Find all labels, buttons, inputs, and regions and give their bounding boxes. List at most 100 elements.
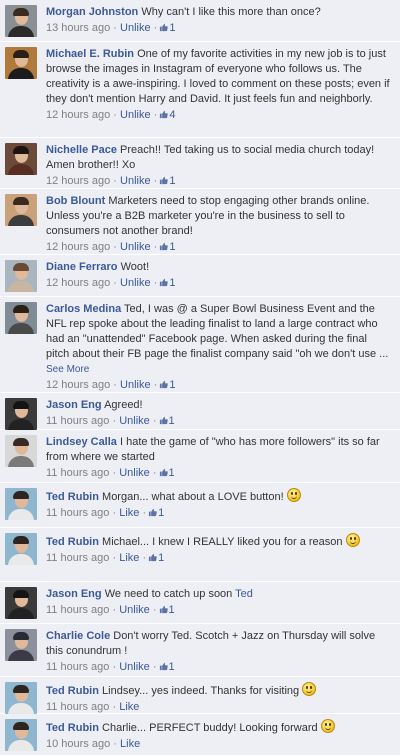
- unlike-button[interactable]: Unlike: [120, 241, 151, 253]
- unlike-button[interactable]: Unlike: [119, 604, 150, 616]
- comment-text: Lindsey... yes indeed. Thanks for visiti…: [102, 685, 300, 697]
- avatar[interactable]: [5, 435, 37, 467]
- separator-dot: ·: [152, 604, 157, 616]
- comment-text: Morgan... what about a LOVE button!: [102, 491, 284, 503]
- comment-author-link[interactable]: Diane Ferraro: [46, 261, 118, 273]
- avatar[interactable]: [5, 5, 37, 37]
- comment-author-link[interactable]: Carlos Medina: [46, 303, 121, 315]
- separator-dot: ·: [112, 552, 117, 564]
- like-count[interactable]: 1: [157, 175, 175, 187]
- like-count[interactable]: 4: [157, 109, 175, 121]
- comment-author-link[interactable]: Ted Rubin: [46, 536, 99, 548]
- separator-dot: ·: [152, 661, 157, 673]
- like-count[interactable]: 1: [157, 604, 175, 616]
- like-count[interactable]: 1: [157, 22, 175, 34]
- thumbs-up-icon: [159, 414, 168, 425]
- comment-author-link[interactable]: Jason Eng: [46, 399, 102, 411]
- comment-author-link[interactable]: Ted Rubin: [46, 491, 99, 503]
- mention-link[interactable]: Ted: [235, 588, 253, 600]
- comment-author-link[interactable]: Nichelle Pace: [46, 144, 117, 156]
- comment-timestamp[interactable]: 12 hours ago: [46, 241, 110, 253]
- comment-feed: Morgan Johnston Why can't I like this mo…: [0, 0, 400, 756]
- thumbs-up-icon: [159, 174, 169, 185]
- comment-text: Michael... I knew I REALLY liked you for…: [102, 536, 343, 548]
- avatar[interactable]: [5, 719, 37, 751]
- unlike-button[interactable]: Unlike: [120, 109, 151, 121]
- avatar[interactable]: [5, 533, 37, 565]
- like-count[interactable]: 1: [157, 661, 175, 673]
- avatar[interactable]: [5, 629, 37, 661]
- like-count[interactable]: 1: [157, 467, 175, 479]
- thumbs-up-icon: [159, 603, 168, 614]
- unlike-button[interactable]: Unlike: [120, 175, 151, 187]
- comment-timestamp[interactable]: 12 hours ago: [46, 175, 110, 187]
- comment-timestamp[interactable]: 11 hours ago: [46, 604, 109, 616]
- comment-timestamp[interactable]: 11 hours ago: [46, 661, 109, 673]
- avatar[interactable]: [5, 143, 37, 175]
- comment-timestamp[interactable]: 12 hours ago: [46, 109, 110, 121]
- unlike-button[interactable]: Unlike: [119, 661, 150, 673]
- see-more-link[interactable]: See More: [46, 364, 89, 375]
- like-button[interactable]: Like: [119, 552, 139, 564]
- comment-item: Ted Rubin Morgan... what about a LOVE bu…: [0, 483, 400, 528]
- like-button[interactable]: Like: [119, 701, 139, 713]
- like-count[interactable]: 1: [146, 507, 164, 519]
- like-count-value: 1: [158, 552, 165, 564]
- thumbs-up-icon: [159, 108, 169, 119]
- unlike-button[interactable]: Unlike: [120, 379, 151, 391]
- comment-author-link[interactable]: Ted Rubin: [46, 722, 99, 734]
- like-button[interactable]: Like: [120, 738, 140, 750]
- comment-author-link[interactable]: Charlie Cole: [46, 630, 110, 642]
- comment-timestamp[interactable]: 11 hours ago: [46, 507, 109, 519]
- avatar[interactable]: [5, 47, 37, 79]
- avatar[interactable]: [5, 488, 37, 520]
- separator-dot: ·: [113, 379, 117, 391]
- avatar[interactable]: [5, 587, 37, 619]
- separator-dot: ·: [112, 661, 117, 673]
- avatar[interactable]: [5, 398, 37, 430]
- comment-author-link[interactable]: Lindsey Calla: [46, 436, 117, 448]
- comment-timestamp[interactable]: 10 hours ago: [46, 738, 110, 750]
- like-count[interactable]: 1: [146, 552, 164, 564]
- comment-timestamp[interactable]: 11 hours ago: [46, 552, 109, 564]
- unlike-button[interactable]: Unlike: [119, 467, 150, 479]
- comment-author-link[interactable]: Morgan Johnston: [46, 6, 138, 18]
- like-button[interactable]: Like: [119, 507, 139, 519]
- comment-timestamp[interactable]: 12 hours ago: [46, 379, 110, 391]
- separator-dot: ·: [113, 109, 117, 121]
- thumbs-up-icon: [159, 240, 169, 251]
- comment-author-link[interactable]: Bob Blount: [46, 195, 105, 207]
- comment-item: Lindsey Calla I hate the game of "who ha…: [0, 430, 400, 483]
- like-count-value: 1: [169, 379, 176, 391]
- like-count[interactable]: 1: [157, 379, 175, 391]
- avatar[interactable]: [5, 302, 37, 334]
- like-count[interactable]: 1: [157, 241, 175, 253]
- smiley-emoticon-icon: [302, 682, 317, 696]
- comment-author-link[interactable]: Jason Eng: [46, 588, 102, 600]
- like-count-value: 1: [169, 277, 176, 289]
- avatar[interactable]: [5, 194, 37, 226]
- like-count-value: 1: [168, 467, 175, 479]
- comment-author-link[interactable]: Ted Rubin: [46, 685, 99, 697]
- like-count[interactable]: 1: [157, 277, 175, 289]
- like-count[interactable]: 1: [157, 415, 175, 427]
- avatar[interactable]: [5, 682, 37, 714]
- thumbs-up-icon: [159, 21, 169, 32]
- unlike-button[interactable]: Unlike: [120, 22, 151, 34]
- comment-timestamp[interactable]: 12 hours ago: [46, 277, 110, 289]
- comment-timestamp[interactable]: 11 hours ago: [46, 467, 109, 479]
- separator-dot: ·: [152, 467, 157, 479]
- like-count-value: 1: [168, 604, 175, 616]
- comment-item: Jason Eng We need to catch up soon Ted 11…: [0, 582, 400, 624]
- comment-author-link[interactable]: Michael E. Rubin: [46, 48, 134, 60]
- comment-item: Michael E. Rubin One of my favorite acti…: [0, 42, 400, 138]
- separator-dot: ·: [112, 467, 117, 479]
- comment-timestamp[interactable]: 11 hours ago: [46, 701, 109, 713]
- like-count-value: 1: [169, 22, 176, 34]
- like-count-value: 4: [169, 109, 176, 121]
- comment-timestamp[interactable]: 11 hours ago: [46, 415, 109, 427]
- unlike-button[interactable]: Unlike: [119, 415, 150, 427]
- unlike-button[interactable]: Unlike: [120, 277, 151, 289]
- avatar[interactable]: [5, 260, 37, 292]
- comment-timestamp[interactable]: 13 hours ago: [46, 22, 110, 34]
